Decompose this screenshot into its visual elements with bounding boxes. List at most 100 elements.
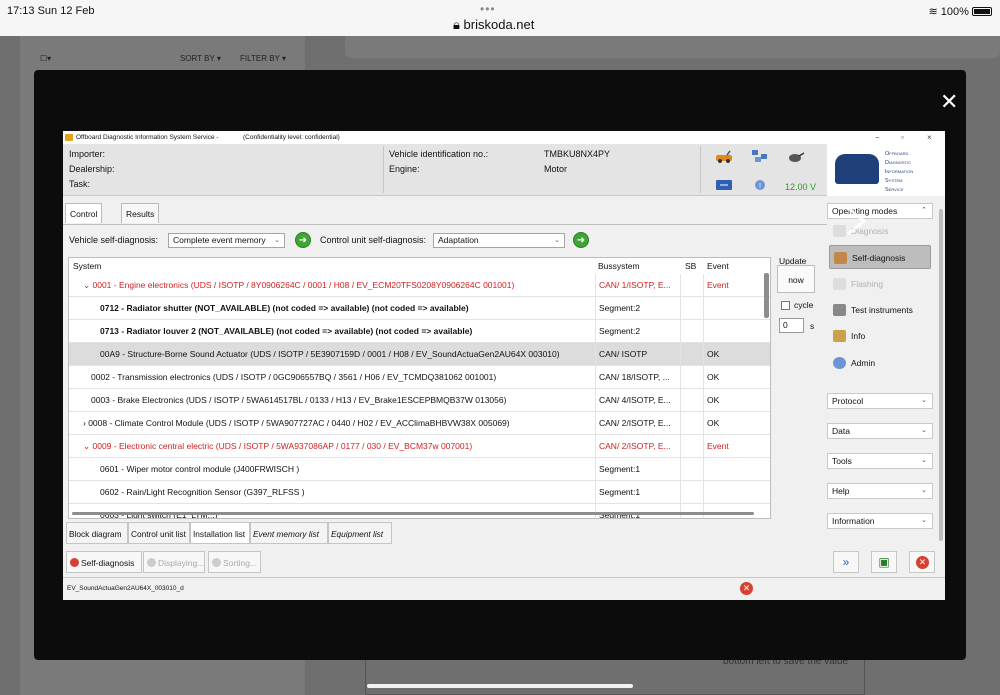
run-unit-diagnosis-button[interactable]: ➜ (573, 232, 589, 248)
control-unit-self-diagnosis-select[interactable]: Adaptation ⌄ (433, 233, 565, 248)
scroll-thumb[interactable] (72, 512, 754, 515)
forward-icon[interactable]: » (833, 551, 859, 573)
system-cell: 00A9 - Structure-Borne Sound Actuator (U… (100, 349, 560, 359)
table-row[interactable]: 0712 - Radiator shutter (NOT_AVAILABLE) … (69, 297, 770, 320)
cycle-seconds-input[interactable]: 0 (779, 318, 804, 333)
close-icon[interactable]: ✕ (940, 91, 958, 113)
screenshot-icon[interactable]: ▣ (871, 551, 897, 573)
exit-icon[interactable]: ✕ (909, 551, 935, 573)
table-row[interactable]: › 0008 - Climate Control Module (UDS / I… (69, 412, 770, 435)
filter-by-button[interactable]: FILTER BY ▾ (240, 54, 286, 63)
menu-label: Flashing (851, 279, 884, 289)
tab-block-diagram[interactable]: Block diagram (66, 522, 128, 544)
menu-section-data[interactable]: Data ⌄ (827, 423, 933, 439)
logo-line: Offboard (885, 151, 909, 157)
table-row[interactable]: 0003 - Brake Electronics (UDS / ISOTP / … (69, 389, 770, 412)
close-window-button[interactable]: × (927, 131, 932, 144)
more-dots-icon[interactable]: ••• (480, 2, 496, 16)
menu-item-flashing[interactable]: Flashing (829, 272, 931, 296)
event-cell: Event (703, 274, 759, 296)
menu-item-info[interactable]: Info (829, 324, 931, 348)
tab-installation-list[interactable]: Installation list (190, 522, 250, 544)
svg-text:!: ! (759, 182, 762, 190)
vehicle-self-diagnosis-select[interactable]: Complete event memory ⌄ (168, 233, 285, 248)
car-logo-icon (835, 154, 879, 184)
sorting-button[interactable]: Sorting... (208, 551, 261, 573)
sb-cell (680, 389, 703, 411)
network-icon (752, 150, 767, 162)
menu-item-admin[interactable]: Admin (829, 351, 931, 375)
table-row[interactable]: 0713 - Radiator louver 2 (NOT_AVAILABLE)… (69, 320, 770, 343)
tab-control-unit-list[interactable]: Control unit list (128, 522, 190, 544)
control-unit-table: System Bussystem SB Event ⌄ 0001 - Engin… (68, 257, 771, 519)
self-diagnosis-button[interactable]: Self-diagnosis (66, 551, 142, 573)
table-row[interactable]: 0002 - Transmission electronics (UDS / I… (69, 366, 770, 389)
bus-cell: CAN/ ISOTP (595, 343, 680, 365)
tab-equipment-list[interactable]: Equipment list (328, 522, 392, 544)
update-now-button[interactable]: now (777, 265, 815, 293)
col-system[interactable]: System (73, 258, 101, 274)
next-chevron-icon[interactable] (840, 206, 870, 236)
bus-cell: Segment:2 (595, 297, 680, 319)
collapse-icon: ⌃ (921, 207, 927, 214)
exit-circle: ✕ (916, 556, 929, 569)
system-cell: 0003 - Brake Electronics (UDS / ISOTP / … (91, 395, 507, 405)
menu-section-information[interactable]: Information ⌄ (827, 513, 933, 529)
tab-event-memory-list[interactable]: Event memory list (250, 522, 328, 544)
menu-item-test-instruments[interactable]: Test instruments (829, 298, 931, 322)
tab-results[interactable]: Results (121, 203, 160, 223)
tab-control-units[interactable]: Control units (65, 203, 103, 239)
menu-label: Info (851, 331, 866, 341)
minimize-button[interactable]: − (875, 131, 880, 144)
table-row[interactable]: 00A9 - Structure-Borne Sound Actuator (U… (69, 343, 770, 366)
expand-icon: ⌄ (921, 427, 927, 434)
divider (383, 146, 384, 193)
event-cell (703, 481, 759, 503)
vin-label: Vehicle identification no.: (389, 149, 489, 159)
vertical-scrollbar[interactable] (762, 268, 770, 508)
menu-label: Admin (851, 358, 876, 368)
col-bussystem[interactable]: Bussystem (598, 258, 640, 274)
displaying-button[interactable]: Displaying... (143, 551, 205, 573)
maximize-button[interactable]: ▫ (901, 131, 904, 144)
menu-label: Test instruments (851, 305, 913, 315)
stop-icon (70, 558, 79, 567)
checkbox-icon[interactable]: ☐▾ (40, 54, 51, 63)
horizontal-scrollbar[interactable] (72, 510, 757, 516)
divider (700, 146, 701, 193)
url-bar[interactable]: 🔒︎ briskoda.net (453, 17, 534, 33)
run-vehicle-diagnosis-button[interactable]: ➜ (295, 232, 311, 248)
ipad-status-bar: 17:13 Sun 12 Feb ••• 🔒︎ briskoda.net ≋ 1… (0, 0, 1000, 36)
system-cell: › 0008 - Climate Control Module (UDS / I… (83, 418, 510, 428)
importer-label: Importer: (69, 149, 106, 159)
system-cell: ⌄ 0001 - Engine electronics (UDS / ISOTP… (83, 280, 515, 290)
sb-cell (680, 435, 703, 457)
menu-section-tools[interactable]: Tools ⌄ (827, 453, 933, 469)
system-cell: 0713 - Radiator louver 2 (NOT_AVAILABLE)… (100, 326, 473, 336)
home-indicator[interactable] (367, 684, 633, 688)
error-icon[interactable]: ✕ (740, 582, 753, 595)
menu-section-help[interactable]: Help ⌄ (827, 483, 933, 499)
action-bar: Self-diagnosis Displaying... Sorting... (63, 550, 827, 574)
cycle-label: cycle (794, 300, 814, 310)
col-sb[interactable]: SB (685, 258, 696, 274)
menu-item-self-diagnosis[interactable]: Self-diagnosis (829, 245, 931, 269)
system-cell: 0602 - Rain/Light Recognition Sensor (G3… (100, 487, 305, 497)
table-row[interactable]: 0601 - Wiper motor control module (J400F… (69, 458, 770, 481)
button-label: Sorting... (223, 558, 258, 568)
sort-by-button[interactable]: SORT BY ▾ (180, 54, 221, 63)
event-cell: OK (703, 412, 759, 434)
menu-section-protocol[interactable]: Protocol ⌄ (827, 393, 933, 409)
table-row[interactable]: ⌄ 0001 - Engine electronics (UDS / ISOTP… (69, 274, 770, 297)
table-row[interactable]: ⌄ 0009 - Electronic central electric (UD… (69, 435, 770, 458)
scroll-thumb[interactable] (764, 273, 769, 318)
cycle-checkbox[interactable] (781, 301, 790, 310)
sb-cell (680, 343, 703, 365)
table-row[interactable]: 0602 - Rain/Light Recognition Sensor (G3… (69, 481, 770, 504)
bus-cell: CAN/ 2/ISOTP, E... (595, 412, 680, 434)
menu-scrollbar[interactable] (939, 209, 943, 541)
operating-modes-menu: Operating modes ⌃ Diagnosis Self-diagnosi… (827, 201, 945, 547)
menu-header-label: Tools (832, 456, 852, 466)
col-event[interactable]: Event (707, 258, 729, 274)
sb-cell (680, 481, 703, 503)
